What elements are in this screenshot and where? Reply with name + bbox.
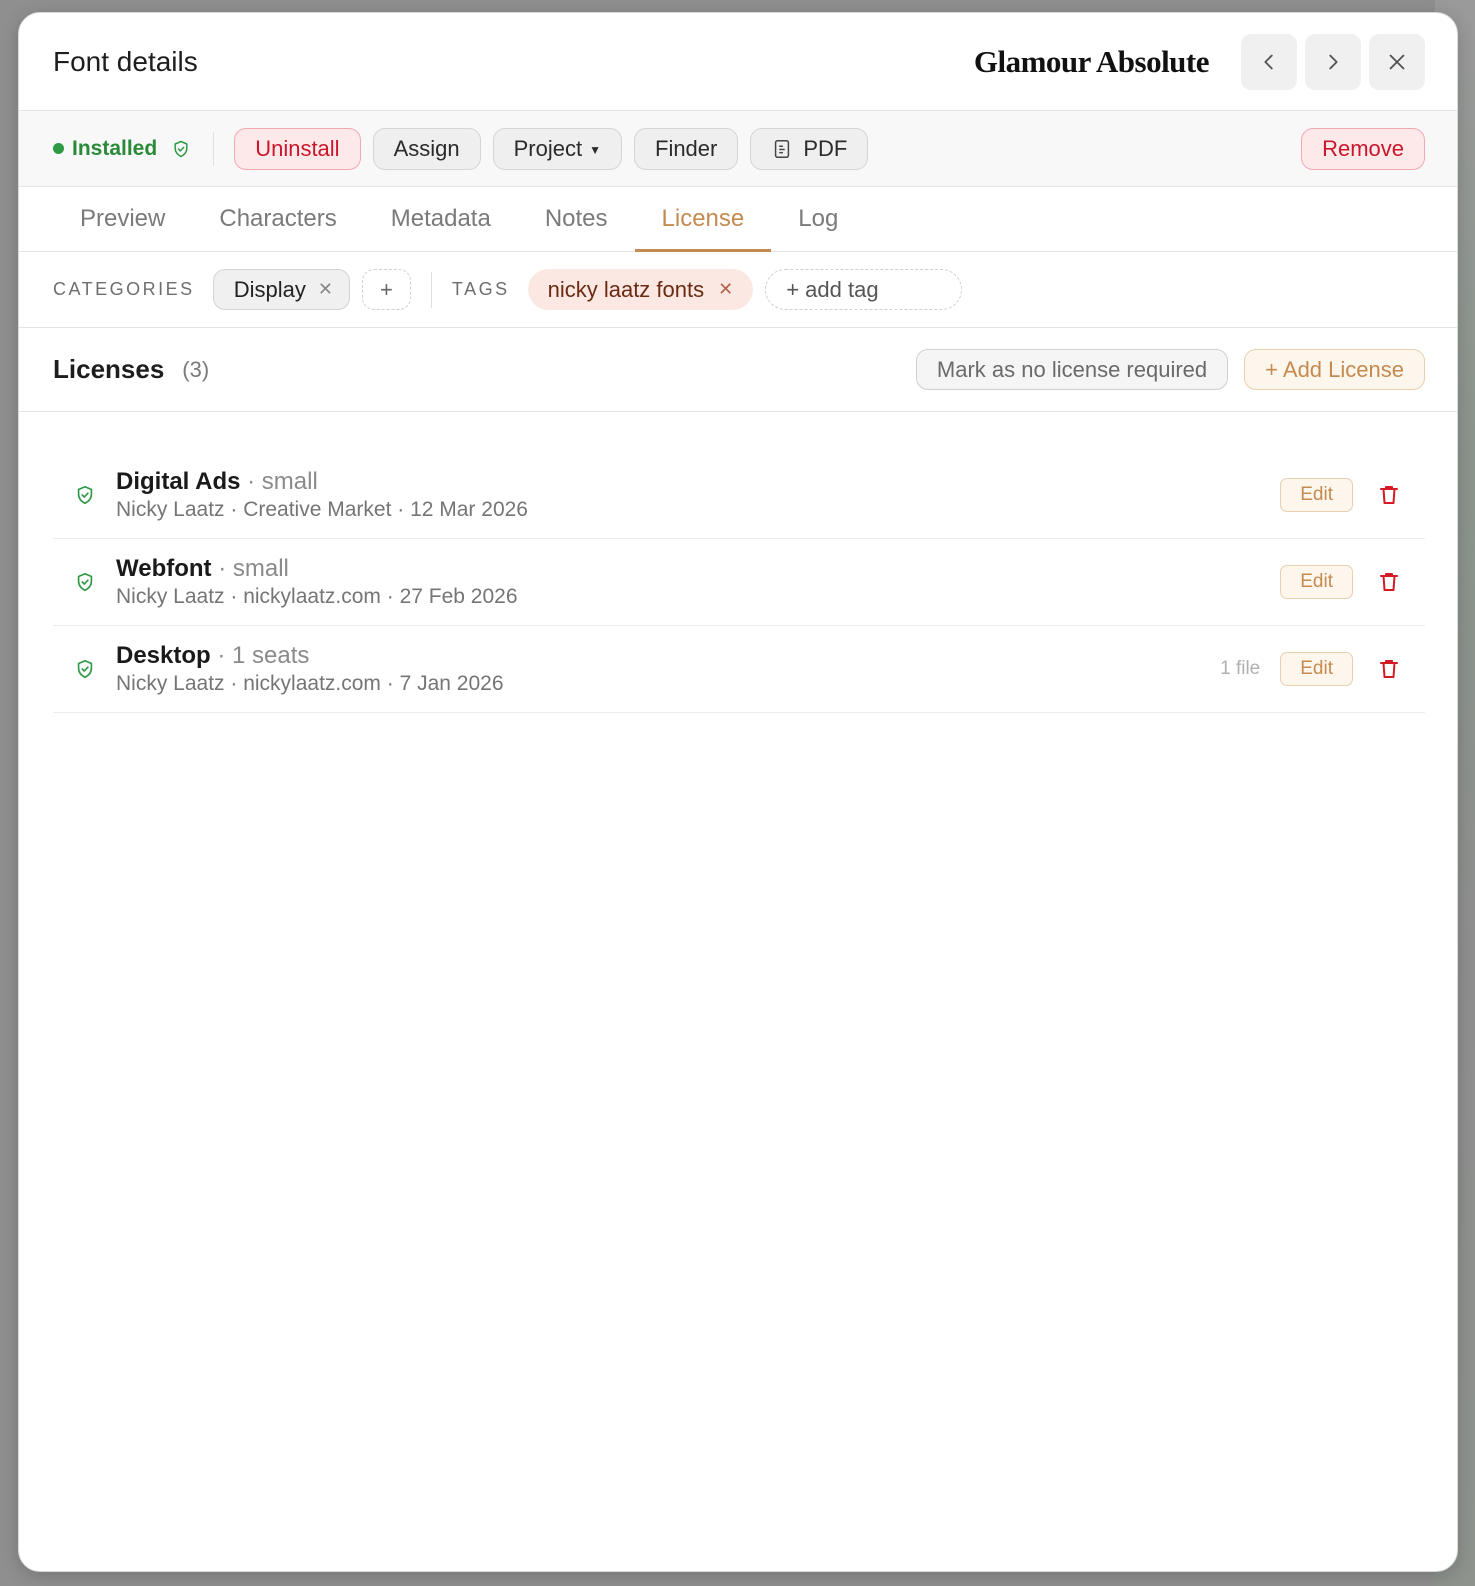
caret-down-icon: ▼ xyxy=(589,143,601,157)
license-detail: · 1 seats xyxy=(210,641,310,669)
status-dot xyxy=(53,143,64,154)
previous-font-button[interactable] xyxy=(1241,33,1297,90)
shield-check-icon xyxy=(174,140,188,157)
tab-characters[interactable]: Characters xyxy=(192,187,363,251)
delete-license-button[interactable] xyxy=(1353,657,1425,681)
tab-bar: Preview Characters Metadata Notes Licens… xyxy=(19,187,1457,252)
license-name: Digital Ads xyxy=(116,467,241,495)
install-status: Installed xyxy=(53,137,191,161)
chevron-left-icon xyxy=(1264,54,1273,69)
license-name: Webfont xyxy=(116,554,212,582)
project-label: Project xyxy=(513,135,583,161)
licenses-count: (3) xyxy=(182,356,210,382)
trash-icon xyxy=(1380,486,1398,504)
license-meta: Nicky Laatz · nickylaatz.com · 7 Jan 202… xyxy=(116,671,504,695)
finder-button[interactable]: Finder xyxy=(634,127,739,170)
close-button[interactable] xyxy=(1369,33,1425,90)
license-detail: · small xyxy=(240,467,318,495)
remove-button[interactable]: Remove xyxy=(1301,127,1425,170)
add-category-button[interactable]: + xyxy=(361,269,411,310)
categories-label: CATEGORIES xyxy=(53,279,195,299)
pdf-button[interactable]: PDF xyxy=(750,127,869,170)
edit-license-button[interactable]: Edit xyxy=(1280,652,1353,686)
license-row: Digital Ads · small Nicky Laatz · Creati… xyxy=(53,452,1425,539)
trash-icon xyxy=(1380,573,1398,591)
shield-check-icon xyxy=(77,659,92,679)
status-label: Installed xyxy=(72,136,158,160)
remove-tag-icon[interactable]: ✕ xyxy=(718,279,733,300)
license-detail: · small xyxy=(211,554,289,582)
assign-button[interactable]: Assign xyxy=(372,127,481,170)
tab-preview[interactable]: Preview xyxy=(53,187,192,251)
font-name: Glamour Absolute xyxy=(973,43,1210,79)
tab-log[interactable]: Log xyxy=(771,187,865,251)
document-icon xyxy=(775,139,790,158)
edit-license-button[interactable]: Edit xyxy=(1280,478,1353,512)
tab-notes[interactable]: Notes xyxy=(518,187,635,251)
tab-metadata[interactable]: Metadata xyxy=(364,187,518,251)
category-chip-label: Display xyxy=(233,276,306,302)
license-name: Desktop xyxy=(116,641,211,669)
chevron-right-icon xyxy=(1329,54,1338,69)
license-meta: Nicky Laatz · Creative Market · 12 Mar 2… xyxy=(116,497,528,521)
tab-license[interactable]: License xyxy=(634,187,772,252)
delete-license-button[interactable] xyxy=(1353,570,1425,594)
divider xyxy=(213,131,215,166)
license-row: Desktop · 1 seats Nicky Laatz · nickylaa… xyxy=(53,626,1425,713)
categories-tags-bar: CATEGORIES Display ✕ + TAGS nicky laatz … xyxy=(19,252,1457,328)
category-chip: Display ✕ xyxy=(212,269,350,310)
divider xyxy=(430,271,432,308)
license-files: 1 file xyxy=(1220,658,1261,679)
next-font-button[interactable] xyxy=(1305,33,1361,90)
close-icon xyxy=(1389,54,1405,69)
uninstall-button[interactable]: Uninstall xyxy=(234,127,361,170)
delete-license-button[interactable] xyxy=(1353,483,1425,507)
shield-check-icon xyxy=(77,572,92,592)
trash-icon xyxy=(1380,660,1398,678)
add-tag-input[interactable]: + add tag xyxy=(765,269,963,310)
remove-category-icon[interactable]: ✕ xyxy=(318,279,333,300)
tag-chip: nicky laatz fonts ✕ xyxy=(527,269,754,310)
license-row: Webfont · small Nicky Laatz · nickylaatz… xyxy=(53,539,1425,626)
tag-chip-label: nicky laatz fonts xyxy=(547,276,705,302)
action-bar: Installed Uninstall Assign Project ▼ Fin… xyxy=(19,111,1457,187)
tags-label: TAGS xyxy=(451,279,510,299)
licenses-header: Licenses (3) Mark as no license required… xyxy=(19,328,1457,412)
shield-check-icon xyxy=(77,485,92,505)
licenses-title: Licenses xyxy=(53,354,165,384)
add-license-button[interactable]: + Add License xyxy=(1244,349,1425,390)
license-list: Digital Ads · small Nicky Laatz · Creati… xyxy=(19,412,1457,713)
modal-title: Font details xyxy=(53,45,198,77)
pdf-label: PDF xyxy=(803,135,848,161)
project-dropdown[interactable]: Project ▼ xyxy=(492,127,622,170)
mark-no-license-button[interactable]: Mark as no license required xyxy=(915,349,1229,390)
modal-header: Font details Glamour Absolute xyxy=(19,13,1457,111)
font-details-modal: Font details Glamour Absolute Installed … xyxy=(18,12,1458,1572)
license-meta: Nicky Laatz · nickylaatz.com · 27 Feb 20… xyxy=(116,584,518,608)
edit-license-button[interactable]: Edit xyxy=(1280,565,1353,599)
